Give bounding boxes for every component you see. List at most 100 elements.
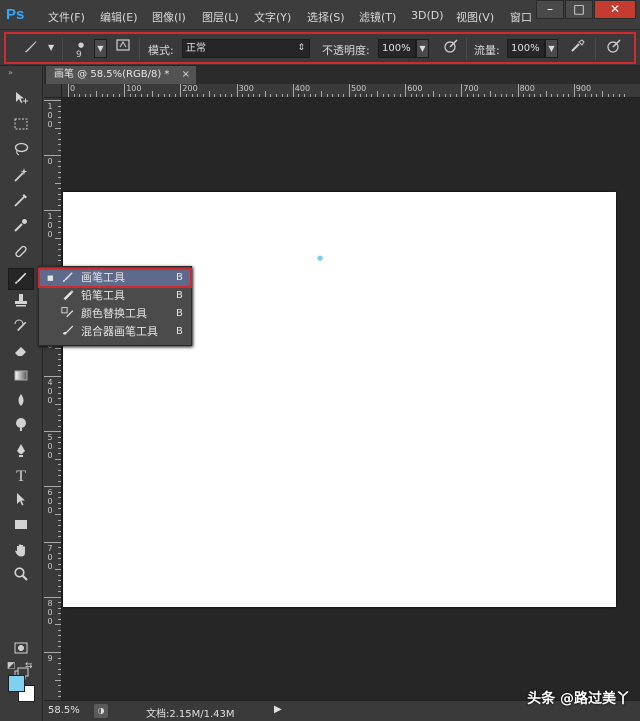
ruler-tick (551, 94, 553, 97)
ruler-tick (58, 249, 61, 251)
lasso-tool-icon[interactable] (8, 141, 34, 163)
ruler-tick (556, 94, 558, 97)
tool-preset-dropdown-icon[interactable]: ▼ (48, 43, 54, 52)
eraser-tool-icon[interactable] (8, 342, 34, 364)
menu-edit[interactable]: 编辑(E) (100, 9, 138, 25)
ruler-tick (309, 94, 311, 97)
move-tool-icon[interactable] (8, 90, 34, 112)
menu-window[interactable]: 窗口 (510, 9, 532, 25)
magic-wand-tool-icon[interactable] (8, 167, 34, 189)
window-controls: – □ ✕ (535, 0, 636, 20)
ruler-top-label: 500 (351, 84, 367, 93)
menu-view[interactable]: 视图(V) (456, 9, 494, 25)
brush-panel-toggle-icon[interactable] (112, 38, 134, 59)
ruler-tick (292, 84, 294, 97)
zoom-tool-icon[interactable] (8, 566, 34, 588)
eyedropper-tool-icon[interactable] (8, 217, 34, 239)
flyout-item[interactable]: 铅笔工具 B (39, 287, 191, 305)
ruler-tick (58, 254, 61, 256)
ruler-tick (58, 105, 61, 107)
status-menu-arrow-icon[interactable]: ▶ (274, 704, 282, 715)
crop-tool-icon[interactable] (8, 192, 34, 214)
ruler-left-label: 5 0 0 (47, 433, 53, 461)
hand-tool-icon[interactable] (8, 542, 34, 564)
ruler-tick (58, 657, 61, 659)
flyout-item[interactable]: 颜色替换工具 B (39, 305, 191, 323)
marquee-tool-icon[interactable] (8, 116, 34, 138)
ruler-tick (433, 91, 435, 97)
pressure-size-icon[interactable] (603, 38, 625, 59)
ruler-tick (573, 84, 575, 97)
menu-image[interactable]: 图像(I) (152, 9, 186, 25)
path-selection-tool-icon[interactable] (8, 491, 34, 513)
menu-select[interactable]: 选择(S) (307, 9, 345, 25)
ruler-tick (58, 646, 61, 648)
ruler-tick (58, 519, 61, 521)
airbrush-icon[interactable] (567, 38, 589, 59)
close-icon[interactable]: × (182, 66, 190, 84)
healing-brush-tool-icon[interactable] (8, 243, 34, 265)
opacity-label: 不透明度: (322, 44, 370, 57)
type-tool-icon[interactable]: T (8, 466, 34, 488)
maximize-button[interactable]: □ (565, 0, 593, 19)
panel-collapse-icon[interactable]: » (8, 68, 13, 77)
blur-tool-icon[interactable] (8, 392, 34, 414)
flyout-item[interactable]: ■ 画笔工具 B (38, 268, 192, 288)
flow-input[interactable]: 100% (507, 39, 545, 58)
ruler-tick (58, 171, 61, 173)
ruler-tick (259, 94, 261, 97)
brush-cursor-icon: ● (317, 254, 324, 262)
brush-size-dropdown[interactable]: ▼ (94, 39, 107, 58)
opacity-dropdown[interactable]: ▼ (416, 39, 429, 58)
document-tab[interactable]: 画笔 @ 58.5%(RGB/8) * × (46, 66, 196, 84)
ruler-tick (365, 94, 367, 97)
ruler-origin[interactable] (44, 84, 62, 98)
flow-dropdown[interactable]: ▼ (545, 39, 558, 58)
ruler-tick (455, 94, 457, 97)
clone-stamp-tool-icon[interactable] (8, 292, 34, 314)
rectangle-tool-icon[interactable] (8, 516, 34, 538)
ruler-tick (55, 569, 61, 571)
menu-filter[interactable]: 滤镜(T) (359, 9, 396, 25)
pressure-opacity-icon[interactable] (440, 38, 462, 59)
shortcut-key: B (176, 272, 183, 283)
tool-preset-brush-icon[interactable] (20, 38, 42, 59)
ruler-tick (540, 94, 542, 97)
brush-icon (59, 269, 77, 288)
ruler-top-label: 800 (519, 84, 535, 93)
close-button[interactable]: ✕ (594, 0, 636, 19)
ruler-tick (157, 94, 159, 97)
ruler-top-label: 900 (575, 84, 592, 93)
shortcut-key: B (176, 290, 183, 301)
zoom-level-input[interactable]: 58.5% (46, 703, 86, 719)
menu-file[interactable]: 文件(F) (48, 9, 85, 25)
ruler-tick (58, 475, 61, 477)
quick-mask-icon[interactable] (8, 640, 34, 662)
menu-layer[interactable]: 图层(L) (202, 9, 239, 25)
ruler-tick (163, 94, 165, 97)
foreground-color-swatch[interactable] (8, 675, 25, 692)
ruler-tick (118, 94, 120, 97)
gradient-tool-icon[interactable] (8, 367, 34, 389)
flyout-item[interactable]: 混合器画笔工具 B (39, 323, 191, 341)
minimize-button[interactable]: – (536, 0, 564, 19)
brush-size-picker[interactable]: ● 9 (70, 38, 90, 60)
ruler-tick (562, 94, 564, 97)
document-canvas[interactable]: ● (63, 192, 616, 607)
dodge-tool-icon[interactable] (8, 416, 34, 438)
brush-tool-icon[interactable] (8, 268, 34, 290)
flyout-item-label: 颜色替换工具 (81, 307, 147, 320)
menu-3d[interactable]: 3D(D) (411, 9, 444, 22)
document-status-icon[interactable]: ◑ (94, 704, 108, 718)
menu-type[interactable]: 文字(Y) (254, 9, 291, 25)
ruler-tick (478, 94, 480, 97)
ruler-tick (58, 453, 61, 455)
canvas-pasteboard[interactable]: ● (62, 98, 640, 700)
history-brush-tool-icon[interactable] (8, 318, 34, 340)
mode-select[interactable]: 正常 ⇕ (182, 39, 310, 58)
pen-tool-icon[interactable] (8, 442, 34, 464)
ruler-tick (44, 431, 61, 433)
ruler-tick (58, 580, 61, 582)
ruler-tick (242, 94, 244, 97)
opacity-input[interactable]: 100% (378, 39, 416, 58)
